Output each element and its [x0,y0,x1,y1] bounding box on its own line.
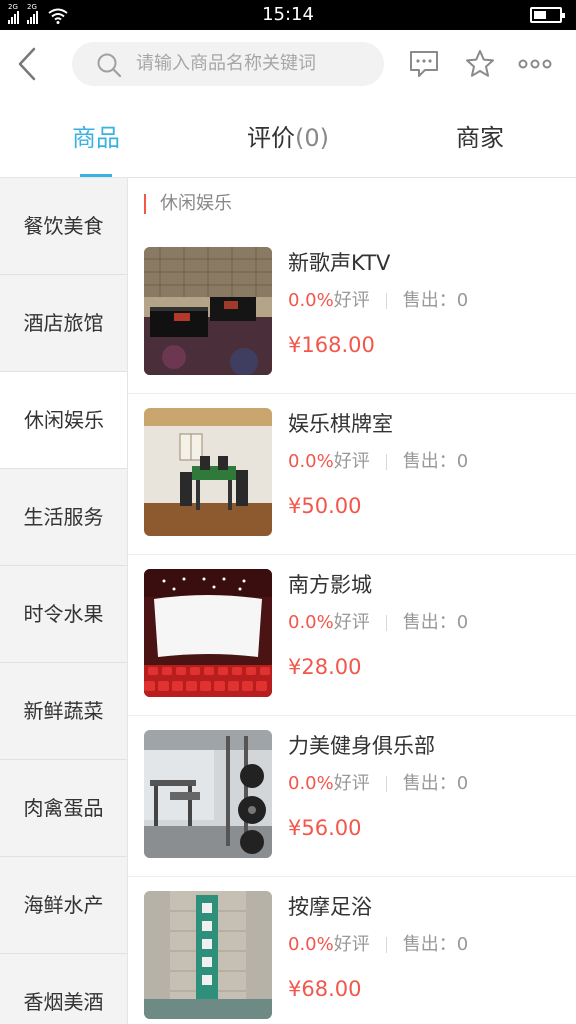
product-price: ¥56.00 [288,816,362,840]
sold-count: 售出：0 [402,451,469,472]
product-image [144,569,272,697]
rating-label: 好评 [333,290,370,311]
tab-label: 评价 [247,124,295,152]
search-icon [97,53,122,78]
product-stats: 0.0% 好评 售出：0 [288,772,468,796]
product-price: ¥168.00 [288,333,375,357]
product-item[interactable]: 按摩足浴 0.0% 好评 售出：0 ¥68.00 [128,877,576,1024]
product-price: ¥68.00 [288,977,362,1001]
rating-label: 好评 [333,773,370,794]
battery-icon [530,7,565,23]
divider [385,615,387,631]
tab-label: 商品 [72,124,120,152]
sold-count: 售出：0 [402,934,469,955]
sidebar-item-meat-eggs[interactable]: 肉禽蛋品 [0,760,127,857]
chat-icon[interactable] [408,48,440,80]
clock: 15:14 [262,4,314,25]
sold-count: 售出：0 [402,290,469,311]
rating-percent: 0.0% [288,934,334,955]
more-icon[interactable] [518,48,552,80]
product-list-panel: 休闲娱乐 新歌声KTV 0.0% 好评 售出：0 ¥168.00 娱乐棋牌室 0… [128,178,576,1024]
divider [385,937,387,953]
star-icon[interactable] [464,48,496,80]
product-stats: 0.0% 好评 售出：0 [288,289,468,313]
product-price: ¥28.00 [288,655,362,679]
product-image [144,408,272,536]
back-icon[interactable] [14,46,42,82]
header-bar: 请输入商品名称关键词 [0,30,576,98]
product-name: 新歌声KTV [288,251,391,275]
product-item[interactable]: 力美健身俱乐部 0.0% 好评 售出：0 ¥56.00 [128,716,576,877]
rating-percent: 0.0% [288,451,334,472]
rating-label: 好评 [333,612,370,633]
divider [385,454,387,470]
sidebar-item-vegetables[interactable]: 新鲜蔬菜 [0,663,127,760]
search-input[interactable]: 请输入商品名称关键词 [72,42,384,86]
product-stats: 0.0% 好评 售出：0 [288,933,468,957]
tab-merchant[interactable]: 商家 [384,98,576,177]
tab-bar: 商品 评价(0) 商家 [0,98,576,178]
product-image [144,247,272,375]
product-image [144,891,272,1019]
rating-label: 好评 [333,451,370,472]
rating-label: 好评 [333,934,370,955]
search-placeholder: 请输入商品名称关键词 [136,53,316,74]
product-name: 南方影城 [288,573,372,597]
product-item[interactable]: 新歌声KTV 0.0% 好评 售出：0 ¥168.00 [128,233,576,394]
sidebar-item-fruit[interactable]: 时令水果 [0,566,127,663]
sidebar-item-services[interactable]: 生活服务 [0,469,127,566]
product-list: 新歌声KTV 0.0% 好评 售出：0 ¥168.00 娱乐棋牌室 0.0% 好… [128,233,576,1024]
rating-percent: 0.0% [288,612,334,633]
sidebar-item-hotel[interactable]: 酒店旅馆 [0,275,127,372]
status-bar: 2G 2G 15:14 [0,0,576,30]
product-name: 娱乐棋牌室 [288,412,393,436]
product-stats: 0.0% 好评 售出：0 [288,450,468,474]
sold-count: 售出：0 [402,773,469,794]
category-sidebar: 餐饮美食 酒店旅馆 休闲娱乐 生活服务 时令水果 新鲜蔬菜 肉禽蛋品 海鲜水产 … [0,178,128,1024]
tab-label: 商家 [456,124,504,152]
rating-percent: 0.0% [288,290,334,311]
sidebar-item-leisure[interactable]: 休闲娱乐 [0,372,127,469]
tab-products[interactable]: 商品 [0,98,192,177]
sidebar-item-tobacco-wine[interactable]: 香烟美酒 [0,954,127,1024]
tab-reviews[interactable]: 评价(0) [192,98,384,177]
divider [385,776,387,792]
product-name: 力美健身俱乐部 [288,734,435,758]
product-item[interactable]: 娱乐棋牌室 0.0% 好评 售出：0 ¥50.00 [128,394,576,555]
rating-percent: 0.0% [288,773,334,794]
divider [385,293,387,309]
section-title: 休闲娱乐 [144,192,232,216]
product-image [144,730,272,858]
product-name: 按摩足浴 [288,895,372,919]
sidebar-item-food[interactable]: 餐饮美食 [0,178,127,275]
product-price: ¥50.00 [288,494,362,518]
product-item[interactable]: 南方影城 0.0% 好评 售出：0 ¥28.00 [128,555,576,716]
product-stats: 0.0% 好评 售出：0 [288,611,468,635]
sold-count: 售出：0 [402,612,469,633]
review-count: (0) [295,124,329,152]
sidebar-item-seafood[interactable]: 海鲜水产 [0,857,127,954]
